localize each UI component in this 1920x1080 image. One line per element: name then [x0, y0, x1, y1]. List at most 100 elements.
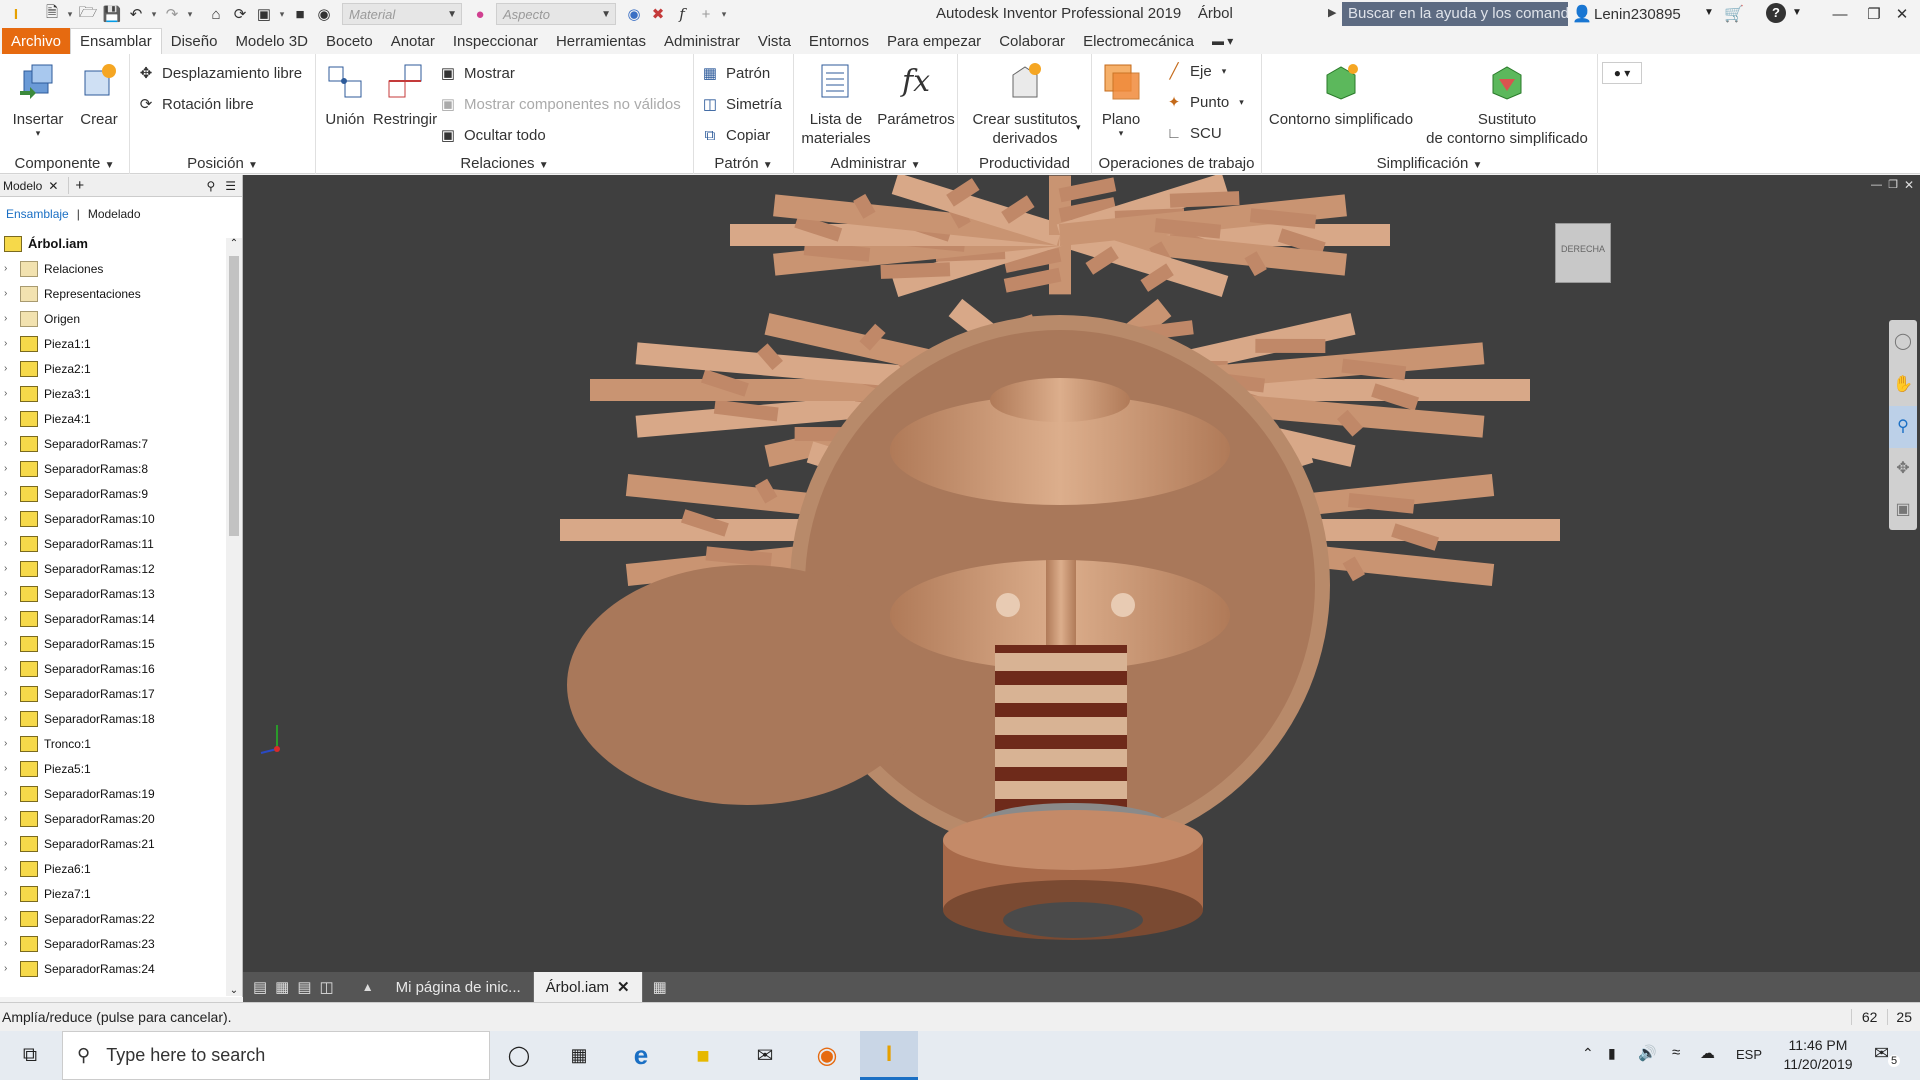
tree-node[interactable]: › Relaciones	[0, 256, 242, 281]
tree-root[interactable]: Árbol.iam	[0, 231, 242, 256]
add-tab-icon[interactable]: +	[68, 177, 90, 194]
select-dropdown-icon[interactable]: ▾	[276, 9, 288, 20]
tree-node[interactable]: › SeparadorRamas:23	[0, 931, 242, 956]
chevron-right-icon[interactable]: ›	[4, 363, 16, 374]
union-button[interactable]: Unión	[320, 60, 370, 129]
tab-arbol-iam[interactable]: Árbol.iam ✕	[533, 972, 643, 1002]
free-move-button[interactable]: ✥ Desplazamiento libre	[136, 64, 302, 83]
tree-node[interactable]: › SeparadorRamas:11	[0, 531, 242, 556]
chevron-right-icon[interactable]: ›	[4, 463, 16, 474]
close-icon[interactable]: ✕	[617, 978, 630, 996]
chevron-right-icon[interactable]: ›	[4, 388, 16, 399]
chevron-right-icon[interactable]: ›	[4, 863, 16, 874]
notifications-icon[interactable]: ✉	[1874, 1043, 1889, 1064]
user-icon[interactable]: 👤	[1572, 4, 1592, 24]
bom-button[interactable]: Lista de materiales	[796, 60, 876, 148]
tree-node[interactable]: › Pieza6:1	[0, 856, 242, 881]
new-dropdown-icon[interactable]: ▾	[64, 9, 76, 20]
close-tab-icon[interactable]: ✕	[48, 179, 58, 193]
show-invalid-button[interactable]: ▣ Mostrar componentes no válidos	[438, 95, 681, 114]
tab-herramientas[interactable]: Herramientas	[547, 28, 655, 54]
pattern-button[interactable]: ▦ Patrón	[700, 64, 770, 83]
scroll-up-icon[interactable]: ⌃	[226, 238, 242, 249]
help-icon[interactable]: ?	[1766, 3, 1786, 23]
windows-start-icon[interactable]: ⧉	[0, 1031, 60, 1080]
tree-node[interactable]: › Pieza2:1	[0, 356, 242, 381]
axis-button[interactable]: ╱ Eje ▾	[1164, 62, 1226, 81]
chevron-right-icon[interactable]: ›	[4, 938, 16, 949]
mail-icon[interactable]: ✉	[736, 1031, 794, 1080]
tree-node[interactable]: › SeparadorRamas:7	[0, 431, 242, 456]
inventor-taskbar-icon[interactable]: I	[860, 1031, 918, 1080]
user-dropdown-icon[interactable]: ▼	[1704, 7, 1714, 18]
clear-appearance-icon[interactable]: ✖	[646, 2, 670, 26]
search-expand-icon[interactable]: ▶	[1328, 6, 1336, 19]
chevron-right-icon[interactable]: ›	[4, 638, 16, 649]
ucs-button[interactable]: ∟ SCU	[1164, 124, 1222, 142]
graphics-viewport[interactable]: — ❐ ✕ DERECHA ◯ ✋ ⚲ ✥ ▣	[243, 175, 1920, 972]
panel-label-componente[interactable]: Componente ▼	[0, 155, 129, 172]
chevron-right-icon[interactable]: ›	[4, 838, 16, 849]
tab-modelo-3d[interactable]: Modelo 3D	[226, 28, 317, 54]
chevron-right-icon[interactable]: ›	[4, 713, 16, 724]
panel-label-patron[interactable]: Patrón ▼	[694, 155, 793, 172]
orbit-icon[interactable]: ✥	[1889, 448, 1917, 490]
properties-icon[interactable]: ■	[288, 2, 312, 26]
tree-node[interactable]: › SeparadorRamas:18	[0, 706, 242, 731]
chevron-right-icon[interactable]: ›	[4, 263, 16, 274]
create-button[interactable]: Crear	[74, 60, 124, 129]
edge-browser-icon[interactable]: e	[612, 1031, 670, 1080]
tree-node[interactable]: › SeparadorRamas:16	[0, 656, 242, 681]
material-select[interactable]: Material ▼	[342, 3, 462, 25]
tab-boceto[interactable]: Boceto	[317, 28, 382, 54]
tab-modelo[interactable]: Modelo	[0, 179, 48, 193]
search-icon[interactable]: ⚲	[206, 179, 215, 193]
chevron-right-icon[interactable]: ›	[4, 888, 16, 899]
chevron-right-icon[interactable]: ›	[4, 588, 16, 599]
tree-node[interactable]: › Representaciones	[0, 281, 242, 306]
tab-entornos[interactable]: Entornos	[800, 28, 878, 54]
tree-node[interactable]: › Pieza3:1	[0, 381, 242, 406]
chevron-right-icon[interactable]: ›	[4, 413, 16, 424]
tab-diseno[interactable]: Diseño	[162, 28, 227, 54]
task-view-icon[interactable]: ▦	[550, 1031, 608, 1080]
help-search-input[interactable]: Buscar en la ayuda y los comand	[1342, 2, 1568, 26]
chevron-right-icon[interactable]: ›	[4, 763, 16, 774]
tree-node[interactable]: › SeparadorRamas:17	[0, 681, 242, 706]
tab-home-page[interactable]: Mi página de inic...	[384, 972, 534, 1002]
pan-hand-icon[interactable]: ✋	[1889, 364, 1917, 406]
chevron-down-icon[interactable]: ▾	[1076, 122, 1081, 133]
viewport-restore-icon[interactable]: ❐	[1888, 178, 1898, 191]
mirror-button[interactable]: ◫ Simetría	[700, 95, 782, 114]
chevron-right-icon[interactable]: ›	[4, 538, 16, 549]
tab-inspeccionar[interactable]: Inspeccionar	[444, 28, 547, 54]
tree-node[interactable]: › Pieza7:1	[0, 881, 242, 906]
free-rotate-button[interactable]: ⟳ Rotación libre	[136, 95, 254, 114]
menu-icon[interactable]: ☰	[225, 179, 236, 193]
home-icon[interactable]: ⌂	[204, 2, 228, 26]
viewport-close-icon[interactable]: ✕	[1904, 178, 1914, 192]
chevron-right-icon[interactable]: ›	[4, 963, 16, 974]
insert-button[interactable]: Insertar ▾	[8, 60, 68, 138]
onedrive-icon[interactable]: ☁	[1700, 1044, 1715, 1062]
tab-ensamblar[interactable]: Ensamblar	[70, 28, 162, 54]
panel-label-administrar[interactable]: Administrar ▼	[794, 155, 957, 172]
adjust-appearance-icon[interactable]: ◉	[622, 2, 646, 26]
tab-anotar[interactable]: Anotar	[382, 28, 444, 54]
volume-icon[interactable]: 🔊	[1638, 1044, 1657, 1062]
language-indicator[interactable]: ESP	[1736, 1047, 1762, 1062]
constrain-button[interactable]: Restringir	[368, 60, 442, 129]
chevron-right-icon[interactable]: ›	[4, 738, 16, 749]
zoom-icon[interactable]: ⚲	[1889, 406, 1917, 448]
tree-node[interactable]: › Pieza5:1	[0, 756, 242, 781]
globe-icon[interactable]: ◉	[312, 2, 336, 26]
chevron-right-icon[interactable]: ›	[4, 788, 16, 799]
help-dropdown-icon[interactable]: ▼	[1792, 7, 1802, 18]
panel-label-simplificacion[interactable]: Simplificación ▼	[1262, 155, 1597, 172]
tab-layout-icons[interactable]: ▤▦▤◫	[243, 978, 352, 996]
tab-para-empezar[interactable]: Para empezar	[878, 28, 990, 54]
hide-all-button[interactable]: ▣ Ocultar todo	[438, 126, 546, 145]
tree-node[interactable]: › SeparadorRamas:21	[0, 831, 242, 856]
appearance-ball-icon[interactable]: ●	[468, 2, 492, 26]
tree-node[interactable]: › SeparadorRamas:15	[0, 631, 242, 656]
